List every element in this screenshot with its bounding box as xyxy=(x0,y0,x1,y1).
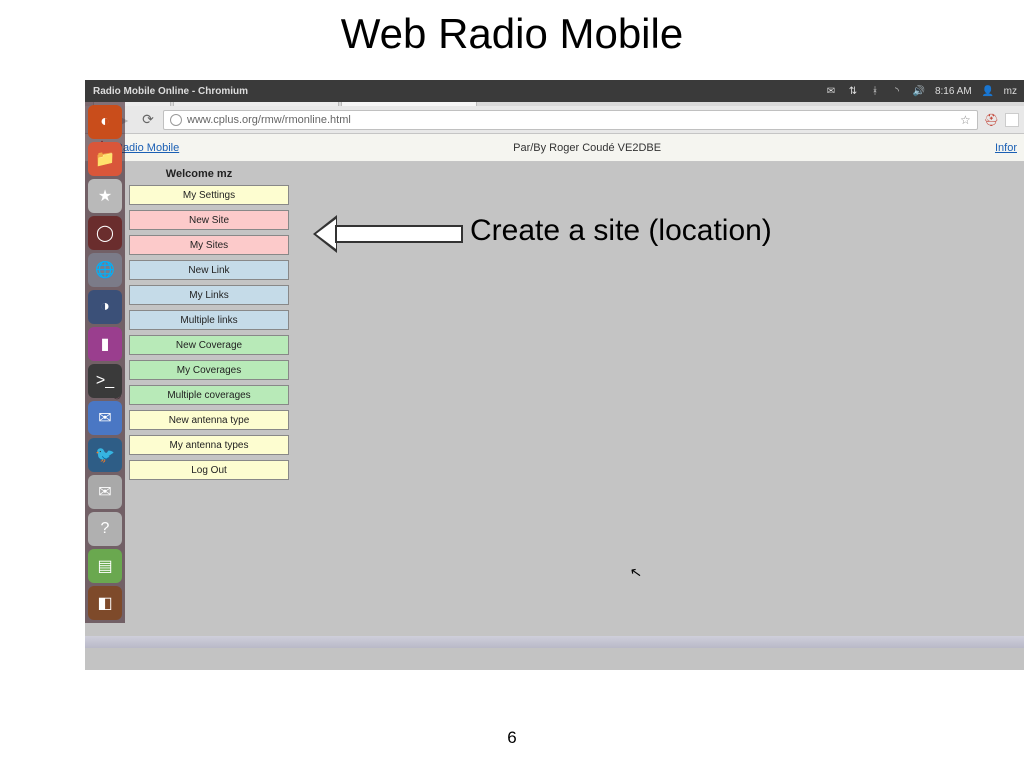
extension-icon[interactable]: ⛑ xyxy=(984,113,999,127)
browser-toolbar: ◄ ► ⟳ www.cplus.org/rmw/rmonline.html ☆ … xyxy=(85,106,1024,134)
menu-item-new-site[interactable]: ✶New Site xyxy=(109,209,289,231)
menu-item-button[interactable]: My Sites xyxy=(129,235,289,255)
mail-indicator-icon[interactable]: ✉ xyxy=(825,85,837,97)
sound-indicator-icon[interactable]: 🔊 xyxy=(913,85,925,97)
menu-item-my-links[interactable]: ⇄My Links xyxy=(109,284,289,306)
menu-item-button[interactable]: Multiple links xyxy=(129,310,289,330)
launcher-icon-1[interactable]: 📁 xyxy=(88,142,122,176)
launcher-icon-2[interactable]: ★ xyxy=(88,179,122,213)
launcher-icon-12[interactable]: ▤ xyxy=(88,549,122,583)
menu-item-button[interactable]: Log Out xyxy=(129,460,289,480)
menu-icon[interactable] xyxy=(1005,113,1019,127)
menu-item-button[interactable]: New Coverage xyxy=(129,335,289,355)
launcher-icon-9[interactable]: 🐦 xyxy=(88,438,122,472)
callout-arrow xyxy=(313,213,463,253)
menu-item-multiple-coverages[interactable]: ◉Multiple coverages xyxy=(109,384,289,406)
welcome-text: Welcome mz xyxy=(109,168,289,180)
launcher-icon-8[interactable]: ✉ xyxy=(88,401,122,435)
reload-button[interactable]: ⟳ xyxy=(139,111,157,129)
menu-item-button[interactable]: New Site xyxy=(129,210,289,230)
menu-item-my-coverages[interactable]: ◉My Coverages xyxy=(109,359,289,381)
launcher-icon-6[interactable]: ▮ xyxy=(88,327,122,361)
menu-item-my-antenna-types[interactable]: ⊩My antenna types xyxy=(109,434,289,456)
wifi-indicator-icon[interactable]: ◝ xyxy=(891,85,903,97)
slide-title: Web Radio Mobile xyxy=(0,0,1024,70)
byline-text: Par/By Roger Coudé VE2DBE xyxy=(513,142,661,154)
launcher-icon-7[interactable]: >_ xyxy=(88,364,122,398)
url-text: www.cplus.org/rmw/rmonline.html xyxy=(187,114,351,126)
menu-item-my-sites[interactable]: ✶My Sites xyxy=(109,234,289,256)
status-bar xyxy=(85,636,1024,648)
menu-item-multiple-links[interactable]: ⇄Multiple links xyxy=(109,309,289,331)
launcher-icon-5[interactable]: ◑ xyxy=(88,290,122,324)
menu-item-button[interactable]: Multiple coverages xyxy=(129,385,289,405)
menu-item-button[interactable]: My Settings xyxy=(129,185,289,205)
launcher-icon-10[interactable]: ✉ xyxy=(88,475,122,509)
launcher-icon-3[interactable]: ◯ xyxy=(88,216,122,250)
menu-item-button[interactable]: New antenna type xyxy=(129,410,289,430)
address-bar[interactable]: www.cplus.org/rmw/rmonline.html ☆ xyxy=(163,110,978,130)
unity-launcher: ◐📁★◯🌐◑▮>_✉🐦✉?▤◧ xyxy=(85,102,125,623)
user-icon[interactable]: 👤 xyxy=(982,85,994,97)
menu-item-new-link[interactable]: ⇄New Link xyxy=(109,259,289,281)
info-link[interactable]: Infor xyxy=(995,142,1017,154)
bookmark-star-icon[interactable]: ☆ xyxy=(960,113,971,127)
menu-panel: Welcome mz My Settings ✶New Site ✶My Sites… xyxy=(109,168,289,484)
network-indicator-icon[interactable]: ⇅ xyxy=(847,85,859,97)
menu-item-log-out[interactable]: ↩Log Out xyxy=(109,459,289,481)
menu-item-button[interactable]: New Link xyxy=(129,260,289,280)
launcher-icon-4[interactable]: 🌐 xyxy=(88,253,122,287)
menu-item-my-settings[interactable]: My Settings xyxy=(109,184,289,206)
menu-item-new-coverage[interactable]: ◉New Coverage xyxy=(109,334,289,356)
mouse-cursor-icon: ↖ xyxy=(629,563,644,582)
user-label[interactable]: mz xyxy=(1004,86,1017,97)
callout-text: Create a site (location) xyxy=(470,214,772,248)
menu-item-button[interactable]: My Links xyxy=(129,285,289,305)
browser-screenshot: Radio Mobile Online - Chromium ✉ ⇅ ᚼ ◝ 🔊… xyxy=(85,80,1024,670)
menu-item-button[interactable]: My Coverages xyxy=(129,360,289,380)
clock-label[interactable]: 8:16 AM xyxy=(935,86,972,97)
menu-item-button[interactable]: My antenna types xyxy=(129,435,289,455)
window-title: Radio Mobile Online - Chromium xyxy=(93,86,815,97)
launcher-icon-11[interactable]: ? xyxy=(88,512,122,546)
launcher-icon-13[interactable]: ◧ xyxy=(88,586,122,620)
slide-page-number: 6 xyxy=(0,728,1024,748)
bluetooth-indicator-icon[interactable]: ᚼ xyxy=(869,85,881,97)
site-header: Radio Mobile Par/By Roger Coudé VE2DBE I… xyxy=(85,134,1024,162)
launcher-icon-0[interactable]: ◐ xyxy=(88,105,122,139)
ubuntu-top-panel: Radio Mobile Online - Chromium ✉ ⇅ ᚼ ◝ 🔊… xyxy=(85,80,1024,102)
globe-icon xyxy=(170,114,182,126)
menu-item-new-antenna-type[interactable]: ⊩New antenna type xyxy=(109,409,289,431)
